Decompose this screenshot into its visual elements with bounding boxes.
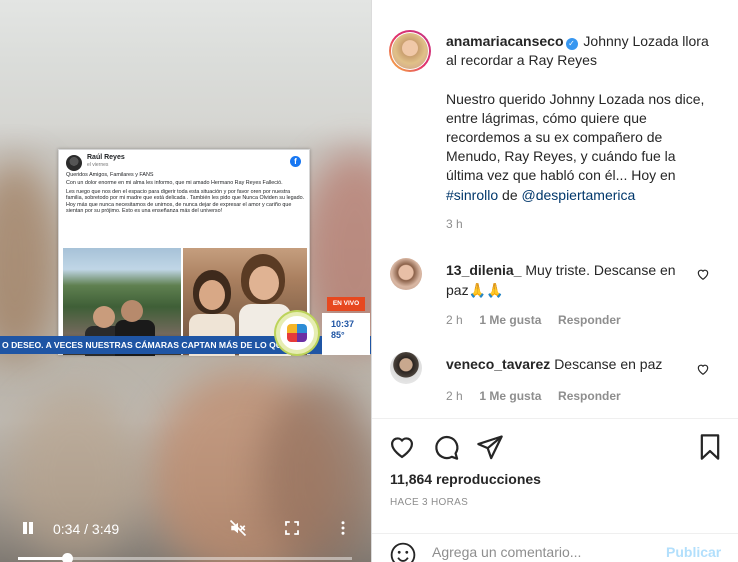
comment-username[interactable]: 13_dilenia_ (446, 262, 522, 278)
pray-emoji: 🙏🙏 (468, 282, 504, 298)
commenter-avatar[interactable] (390, 258, 422, 290)
comment-item: veneco_tavarez Descanse en paz (446, 354, 696, 374)
share-icon[interactable] (476, 433, 504, 461)
reply-button[interactable]: Responder (558, 389, 621, 403)
temperature: 85° (331, 330, 345, 340)
duration: 3:49 (91, 521, 120, 537)
fb-greeting: Queridos Amigos, Familares y FANS (66, 172, 154, 178)
caption-body: Nuestro querido Johnny Lozada nos dice, … (446, 90, 705, 184)
fb-author: Raúl Reyes (87, 154, 125, 161)
current-time: 0:34 (53, 521, 81, 537)
progress-fill (18, 557, 67, 560)
time-separator: / (84, 521, 89, 537)
facebook-icon: f (290, 156, 301, 167)
post-age[interactable]: 3 h (446, 217, 463, 231)
emoji-icon[interactable] (390, 542, 416, 562)
fb-body-1: Con un dolor enorme en mi alma les infor… (66, 180, 283, 187)
view-count[interactable]: 11,864 reproducciones (390, 471, 541, 487)
comment-likes[interactable]: 1 Me gusta (479, 313, 541, 327)
mention-link[interactable]: @despiertamerica (522, 187, 636, 203)
comment-meta: 2 h 1 Me gusta Responder (446, 389, 621, 403)
video-controls: 0:34 / 3:49 (0, 510, 371, 562)
hashtag-link[interactable]: #sinrollo (446, 187, 498, 203)
fb-avatar (66, 155, 82, 171)
univision-logo-icon (276, 312, 318, 354)
add-comment-bar: Publicar (372, 533, 738, 562)
comment-like-icon[interactable] (696, 362, 710, 376)
caption-connector: de (502, 186, 518, 203)
comment-age[interactable]: 2 h (446, 389, 463, 403)
clock-weather-box: 10:37 85° (322, 313, 370, 355)
comment-meta: 2 h 1 Me gusta Responder (446, 313, 621, 327)
comment-item: 13_dilenia_ Muy triste. Descanse en paz🙏… (446, 260, 696, 300)
progress-bar[interactable] (18, 553, 352, 562)
comment-text: Descanse en paz (554, 356, 663, 372)
reply-button[interactable]: Responder (558, 313, 621, 327)
commenter-avatar[interactable] (390, 352, 422, 384)
post-sidebar: anamariacanseco ✓ Johnny Lozada llora al … (371, 0, 738, 562)
fullscreen-icon[interactable] (283, 519, 301, 537)
verified-icon: ✓ (565, 38, 578, 50)
author-avatar[interactable] (389, 30, 431, 72)
comment-age[interactable]: 2 h (446, 313, 463, 327)
bookmark-icon[interactable] (696, 433, 724, 461)
comment-like-icon[interactable] (696, 267, 710, 281)
comment-likes[interactable]: 1 Me gusta (479, 389, 541, 403)
publish-button[interactable]: Publicar (666, 544, 721, 560)
mute-icon[interactable] (229, 519, 247, 537)
author-username[interactable]: anamariacanseco (446, 33, 564, 49)
more-icon[interactable] (334, 519, 352, 537)
fb-date: el viernes (87, 162, 109, 168)
action-bar: 11,864 reproducciones HACE 3 HORAS Publi… (372, 418, 738, 562)
pause-icon[interactable] (21, 521, 35, 535)
clock-time: 10:37 (331, 319, 355, 329)
video-player[interactable]: Raúl Reyes el viernes f Queridos Amigos,… (0, 0, 371, 562)
fb-body-2: Les ruego que nos den el espacio para di… (66, 188, 305, 215)
background-blur (0, 160, 60, 360)
comment-username[interactable]: veneco_tavarez (446, 356, 550, 372)
fb-post-text: Queridos Amigos, Familares y FANS Con un… (66, 172, 306, 216)
comment-input[interactable] (432, 544, 652, 560)
heart-icon[interactable] (388, 433, 416, 461)
post-caption: anamariacanseco ✓ Johnny Lozada llora al … (446, 32, 716, 205)
playback-time: 0:34 / 3:49 (53, 521, 119, 537)
posted-time[interactable]: HACE 3 HORAS (390, 497, 468, 508)
comment-icon[interactable] (432, 433, 460, 461)
live-badge: EN VIVO (327, 297, 365, 311)
progress-handle[interactable] (62, 553, 73, 562)
facebook-post-graphic: Raúl Reyes el viernes f Queridos Amigos,… (58, 149, 310, 356)
